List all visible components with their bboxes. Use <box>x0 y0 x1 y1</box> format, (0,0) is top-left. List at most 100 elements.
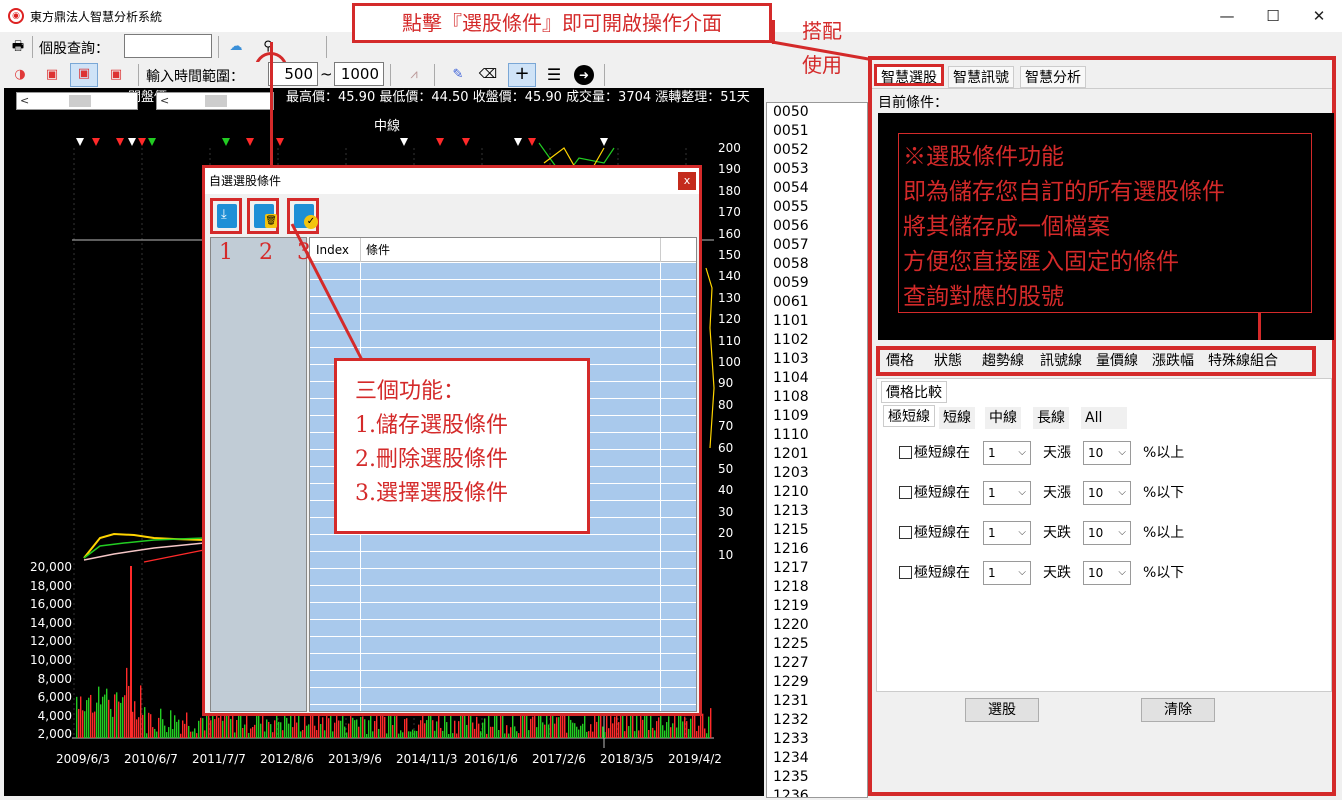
tab-price[interactable]: 價格 <box>886 352 914 370</box>
chart-icon[interactable]: ⩘ <box>404 65 424 85</box>
delete-condition-button[interactable]: 🗑 <box>247 198 279 234</box>
range-from-input[interactable]: 500 <box>268 62 318 86</box>
stock-code-item[interactable]: 1101 <box>767 312 867 331</box>
tab-mid[interactable]: 中線 <box>985 407 1021 429</box>
stock-code-item[interactable]: 1213 <box>767 502 867 521</box>
crosshair-icon[interactable]: + <box>508 63 536 87</box>
percent-select[interactable]: 10 ⌵ <box>1083 561 1131 585</box>
days-select[interactable]: 1 ⌵ <box>983 441 1031 465</box>
condition-checkbox[interactable] <box>899 526 912 539</box>
stock-code-item[interactable]: 1104 <box>767 369 867 388</box>
stock-code-item[interactable]: 0052 <box>767 141 867 160</box>
tab-smart-select[interactable]: 智慧選股 <box>874 64 944 86</box>
minimize-button[interactable]: — <box>1204 0 1250 32</box>
stock-code-item[interactable]: 1216 <box>767 540 867 559</box>
select-stock-button[interactable]: 選股 <box>965 698 1039 722</box>
close-button[interactable]: ✕ <box>1296 0 1342 32</box>
stock-code-item[interactable]: 1231 <box>767 692 867 711</box>
stock-code-item[interactable]: 1235 <box>767 768 867 787</box>
volume-bar <box>242 727 244 738</box>
volume-bar <box>158 717 160 738</box>
condition-checkbox[interactable] <box>899 446 912 459</box>
stock-code-item[interactable]: 1234 <box>767 749 867 768</box>
clear-button[interactable]: 清除 <box>1141 698 1215 722</box>
month-calendar-icon[interactable]: ▣ <box>106 65 126 85</box>
stock-code-item[interactable]: 1227 <box>767 654 867 673</box>
stock-code-item[interactable]: 0054 <box>767 179 867 198</box>
tab-status[interactable]: 狀態 <box>934 352 962 370</box>
chevron-down-icon: ⌵ <box>1018 567 1026 578</box>
column-header-condition[interactable]: 條件 <box>366 238 390 262</box>
stock-code-item[interactable]: 1219 <box>767 597 867 616</box>
tab-special-combo[interactable]: 特殊線組合 <box>1208 352 1278 370</box>
condition-checkbox[interactable] <box>899 486 912 499</box>
stock-code-item[interactable]: 1232 <box>767 711 867 730</box>
condition-row[interactable]: 極短線在 <box>899 521 970 545</box>
menu-icon[interactable]: ☰ <box>544 65 564 85</box>
stock-code-item[interactable]: 1233 <box>767 730 867 749</box>
cloud-download-icon[interactable]: ☁ <box>226 37 246 57</box>
stock-code-item[interactable]: 1110 <box>767 426 867 445</box>
tab-price-compare[interactable]: 價格比較 <box>881 381 947 403</box>
dialog-close-button[interactable]: x <box>678 172 696 190</box>
chart-scrollbar-1[interactable]: < <box>16 92 138 110</box>
arrow-right-icon[interactable]: ➜ <box>574 65 594 85</box>
stock-code-item[interactable]: 0051 <box>767 122 867 141</box>
stock-code-item[interactable]: 1108 <box>767 388 867 407</box>
volume-bar <box>194 728 196 738</box>
tab-trend-line[interactable]: 趨勢線 <box>982 352 1024 370</box>
stock-code-item[interactable]: 1217 <box>767 559 867 578</box>
stock-query-input[interactable] <box>124 34 212 58</box>
stock-code-item[interactable]: 1220 <box>767 616 867 635</box>
condition-row[interactable]: 極短線在 <box>899 561 970 585</box>
stock-code-item[interactable]: 0061 <box>767 293 867 312</box>
tab-short[interactable]: 短線 <box>939 407 975 429</box>
stock-code-item[interactable]: 1210 <box>767 483 867 502</box>
days-select[interactable]: 1 ⌵ <box>983 561 1031 585</box>
stock-code-item[interactable]: 0059 <box>767 274 867 293</box>
chart-scrollbar-2[interactable]: < <box>156 92 274 110</box>
stock-code-item[interactable]: 1218 <box>767 578 867 597</box>
tab-all[interactable]: All <box>1081 407 1127 429</box>
stock-code-item[interactable]: 1102 <box>767 331 867 350</box>
stock-code-item[interactable]: 0050 <box>767 103 867 122</box>
percent-select[interactable]: 10 ⌵ <box>1083 521 1131 545</box>
save-condition-button[interactable]: ⤓ <box>210 198 242 234</box>
range-to-input[interactable]: 1000 <box>334 62 384 86</box>
week-calendar-icon[interactable]: ▣ <box>70 63 98 87</box>
stock-code-item[interactable]: 0053 <box>767 160 867 179</box>
stock-code-item[interactable]: 1201 <box>767 445 867 464</box>
stock-code-item[interactable]: 1225 <box>767 635 867 654</box>
stock-code-item[interactable]: 1109 <box>767 407 867 426</box>
stock-code-item[interactable]: 0055 <box>767 198 867 217</box>
pen-icon[interactable]: ✎ <box>448 65 468 85</box>
condition-row[interactable]: 極短線在 <box>899 441 970 465</box>
tab-change[interactable]: 漲跌幅 <box>1152 352 1194 370</box>
stock-code-item[interactable]: 1215 <box>767 521 867 540</box>
percent-select[interactable]: 10 ⌵ <box>1083 441 1131 465</box>
stock-code-item[interactable]: 0056 <box>767 217 867 236</box>
condition-row[interactable]: 極短線在 <box>899 481 970 505</box>
tab-very-short[interactable]: 極短線 <box>883 405 935 427</box>
stock-code-item[interactable]: 0057 <box>767 236 867 255</box>
stock-code-list[interactable]: 0050 0051 0052 0053 0054 0055 0056 0057 0058 0059… <box>766 102 868 798</box>
indicator-icon[interactable]: ◑ <box>10 65 30 85</box>
eraser-icon[interactable]: ⌫ <box>478 65 498 85</box>
tab-signal-line[interactable]: 訊號線 <box>1040 352 1082 370</box>
days-select[interactable]: 1 ⌵ <box>983 481 1031 505</box>
tab-volume-price[interactable]: 量價線 <box>1096 352 1138 370</box>
stock-code-item[interactable]: 1229 <box>767 673 867 692</box>
maximize-button[interactable]: ☐ <box>1250 0 1296 32</box>
printer-icon[interactable]: 🖶 <box>8 37 28 57</box>
stock-code-item[interactable]: 0058 <box>767 255 867 274</box>
tab-smart-signal[interactable]: 智慧訊號 <box>948 66 1014 88</box>
stock-code-item[interactable]: 1103 <box>767 350 867 369</box>
tab-smart-analysis[interactable]: 智慧分析 <box>1020 66 1086 88</box>
stock-code-item[interactable]: 1236 <box>767 787 867 797</box>
tab-long[interactable]: 長線 <box>1033 407 1069 429</box>
stock-code-item[interactable]: 1203 <box>767 464 867 483</box>
day-calendar-icon[interactable]: ▣ <box>42 65 62 85</box>
condition-checkbox[interactable] <box>899 566 912 579</box>
days-select[interactable]: 1 ⌵ <box>983 521 1031 545</box>
percent-select[interactable]: 10 ⌵ <box>1083 481 1131 505</box>
